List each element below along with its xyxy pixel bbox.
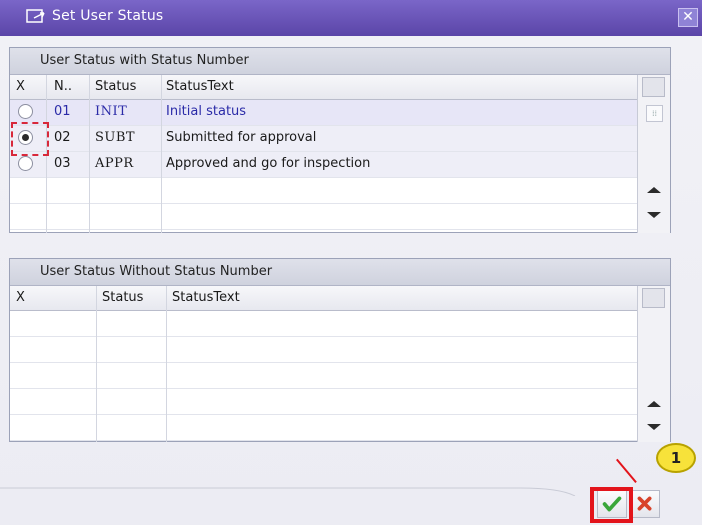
callout-step-badge: 1 — [656, 443, 696, 473]
table-row[interactable]: 01 INIT Initial status — [10, 100, 637, 126]
title-bar: Set User Status ✕ — [0, 0, 702, 36]
scroll-down-icon[interactable] — [647, 424, 661, 430]
empty-row[interactable] — [10, 389, 637, 415]
empty-row[interactable] — [10, 415, 637, 441]
col-divider — [166, 286, 167, 442]
col-status[interactable]: Status — [95, 79, 136, 94]
window-title: Set User Status — [52, 8, 164, 24]
callout-highlight-box — [590, 487, 633, 523]
row-radio[interactable] — [18, 156, 33, 171]
panel-title: User Status with Status Number — [10, 48, 670, 75]
grid-header: X Status StatusText — [10, 286, 637, 311]
row-number: 02 — [54, 130, 71, 145]
row-status: APPR — [95, 156, 134, 171]
table-row[interactable]: 02 SUBT Submitted for approval — [10, 126, 637, 152]
col-divider — [96, 286, 97, 442]
col-divider — [89, 75, 90, 233]
scroll-up-icon[interactable] — [647, 187, 661, 193]
empty-row[interactable] — [10, 178, 637, 204]
scroll-down-icon[interactable] — [647, 212, 661, 218]
cancel-button[interactable] — [630, 490, 660, 518]
row-status-text: Approved and go for inspection — [166, 156, 371, 171]
dialog-client: User Status with Status Number X N.. Sta… — [0, 36, 702, 525]
scroll-up-icon[interactable] — [647, 401, 661, 407]
row-status: SUBT — [95, 130, 136, 145]
selection-focus-marker — [11, 122, 49, 156]
window-icon — [26, 9, 45, 23]
row-radio[interactable] — [18, 104, 33, 119]
col-status-text[interactable]: StatusText — [166, 79, 234, 94]
col-number[interactable]: N.. — [54, 79, 72, 94]
col-divider — [161, 75, 162, 233]
col-x[interactable]: X — [16, 290, 25, 305]
empty-row[interactable] — [10, 363, 637, 389]
vertical-scrollbar[interactable] — [637, 286, 670, 442]
row-number: 03 — [54, 156, 71, 171]
table-row[interactable]: 03 APPR Approved and go for inspection — [10, 152, 637, 178]
row-status: INIT — [95, 104, 128, 119]
col-status[interactable]: Status — [102, 290, 143, 305]
empty-row[interactable] — [10, 204, 637, 230]
close-icon: ✕ — [682, 9, 694, 25]
status-without-number-panel: User Status Without Status Number X Stat… — [9, 258, 671, 442]
column-settings-button[interactable] — [642, 77, 665, 97]
col-status-text[interactable]: StatusText — [172, 290, 240, 305]
status-with-number-panel: User Status with Status Number X N.. Sta… — [9, 47, 671, 233]
grid-config-icon[interactable]: ⁞⁞ — [646, 105, 663, 122]
grid-header: X N.. Status StatusText — [10, 75, 637, 100]
cancel-x-icon — [637, 496, 652, 511]
empty-row[interactable] — [10, 311, 637, 337]
row-status-text: Submitted for approval — [166, 130, 317, 145]
status-number-grid: X N.. Status StatusText 01 INIT Initial … — [10, 75, 670, 233]
empty-row[interactable] — [10, 337, 637, 363]
col-x[interactable]: X — [16, 79, 25, 94]
row-status-text: Initial status — [166, 104, 247, 119]
panel-title: User Status Without Status Number — [10, 259, 670, 286]
vertical-scrollbar[interactable]: ⁞⁞ — [637, 75, 670, 233]
column-settings-button[interactable] — [642, 288, 665, 308]
status-grid: X Status StatusText — [10, 286, 670, 442]
row-number: 01 — [54, 104, 71, 119]
close-button[interactable]: ✕ — [678, 8, 698, 27]
